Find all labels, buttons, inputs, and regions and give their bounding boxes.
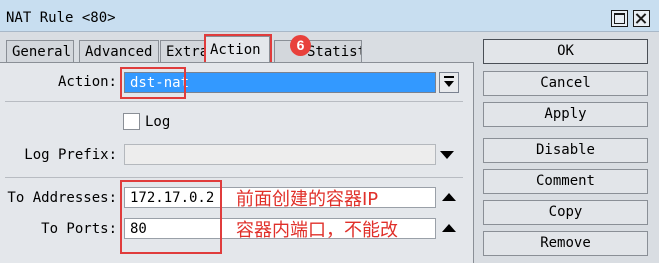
action-select[interactable]: dst-nat <box>124 72 436 93</box>
action-dropdown-icon[interactable] <box>439 72 459 93</box>
log-prefix-label: Log Prefix: <box>24 147 117 163</box>
to-ports-label: To Ports: <box>41 221 117 237</box>
ok-button[interactable]: OK <box>483 39 648 64</box>
window-title: NAT Rule <80> <box>6 10 116 26</box>
tab-general[interactable]: General <box>6 40 74 63</box>
log-checkbox[interactable] <box>123 113 140 130</box>
tab-statistics[interactable]: Statistics <box>274 40 362 63</box>
addresses-annotation: 前面创建的容器IP <box>236 189 379 210</box>
tab-action[interactable]: Action <box>204 36 270 64</box>
button-column: OK Cancel Apply Disable Comment Copy Rem… <box>474 32 659 263</box>
tab-advanced[interactable]: Advanced <box>79 40 159 63</box>
divider <box>5 177 463 178</box>
comment-button[interactable]: Comment <box>483 169 648 194</box>
log-prefix-dropdown-icon[interactable] <box>440 151 454 159</box>
close-icon[interactable] <box>633 10 650 27</box>
window-titlebar: NAT Rule <80> <box>0 0 659 32</box>
remove-button[interactable]: Remove <box>483 231 648 256</box>
rule-editor-panel: General Advanced Extra Statistics Action… <box>0 32 474 263</box>
action-value: dst-nat <box>130 75 190 91</box>
copy-button[interactable]: Copy <box>483 200 648 225</box>
log-prefix-input[interactable] <box>124 144 436 165</box>
maximize-icon[interactable] <box>611 10 628 27</box>
step-badge: 6 <box>290 35 311 56</box>
divider <box>5 101 463 102</box>
disable-button[interactable]: Disable <box>483 138 648 163</box>
action-tab-content: Action: dst-nat Log Log Prefix: To Addre… <box>0 62 474 263</box>
to-addresses-label: To Addresses: <box>7 190 117 206</box>
to-ports-remove-icon[interactable] <box>442 224 456 232</box>
action-label: Action: <box>57 74 117 90</box>
tab-extra[interactable]: Extra <box>160 40 210 63</box>
cancel-button[interactable]: Cancel <box>483 71 648 96</box>
ports-annotation: 容器内端口，不能改 <box>236 220 398 241</box>
to-addresses-remove-icon[interactable] <box>442 193 456 201</box>
apply-button[interactable]: Apply <box>483 102 648 127</box>
log-label: Log <box>145 114 171 130</box>
